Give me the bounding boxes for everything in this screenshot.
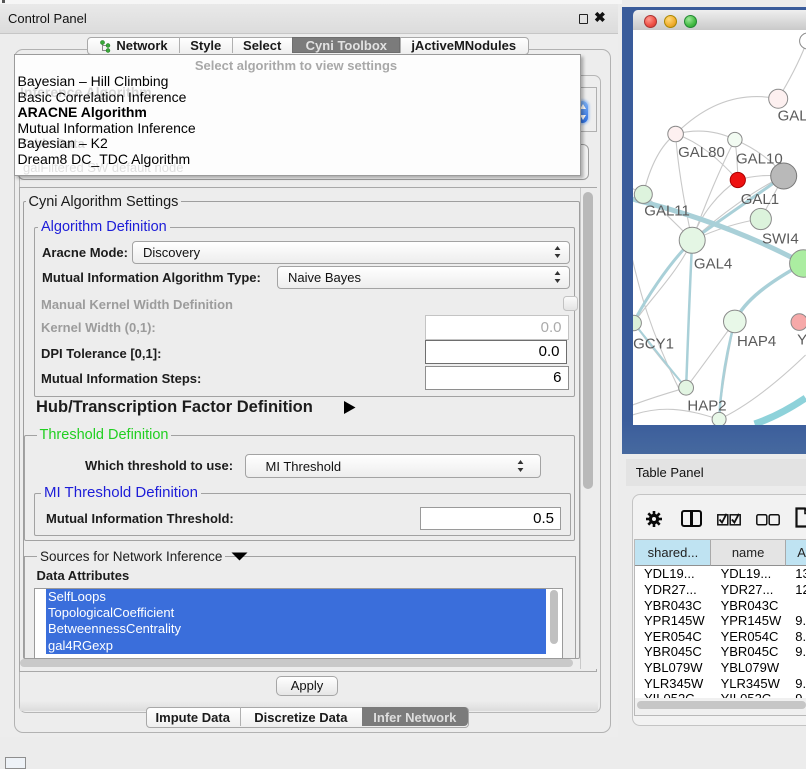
svg-text:GAL80: GAL80 <box>678 144 725 161</box>
svg-text:HAP2: HAP2 <box>688 398 727 415</box>
svg-text:SWI4: SWI4 <box>762 231 799 248</box>
svg-text:YD: YD <box>797 332 806 349</box>
svg-text:GAL10: GAL10 <box>736 150 783 167</box>
svg-text:HAP4: HAP4 <box>737 333 776 350</box>
svg-text:GCY1: GCY1 <box>633 336 674 353</box>
svg-text:GAL11: GAL11 <box>645 202 691 219</box>
svg-text:GAL1: GAL1 <box>741 191 779 208</box>
svg-text:GAL2: GAL2 <box>778 108 806 125</box>
svg-text:GAL4: GAL4 <box>694 255 732 272</box>
